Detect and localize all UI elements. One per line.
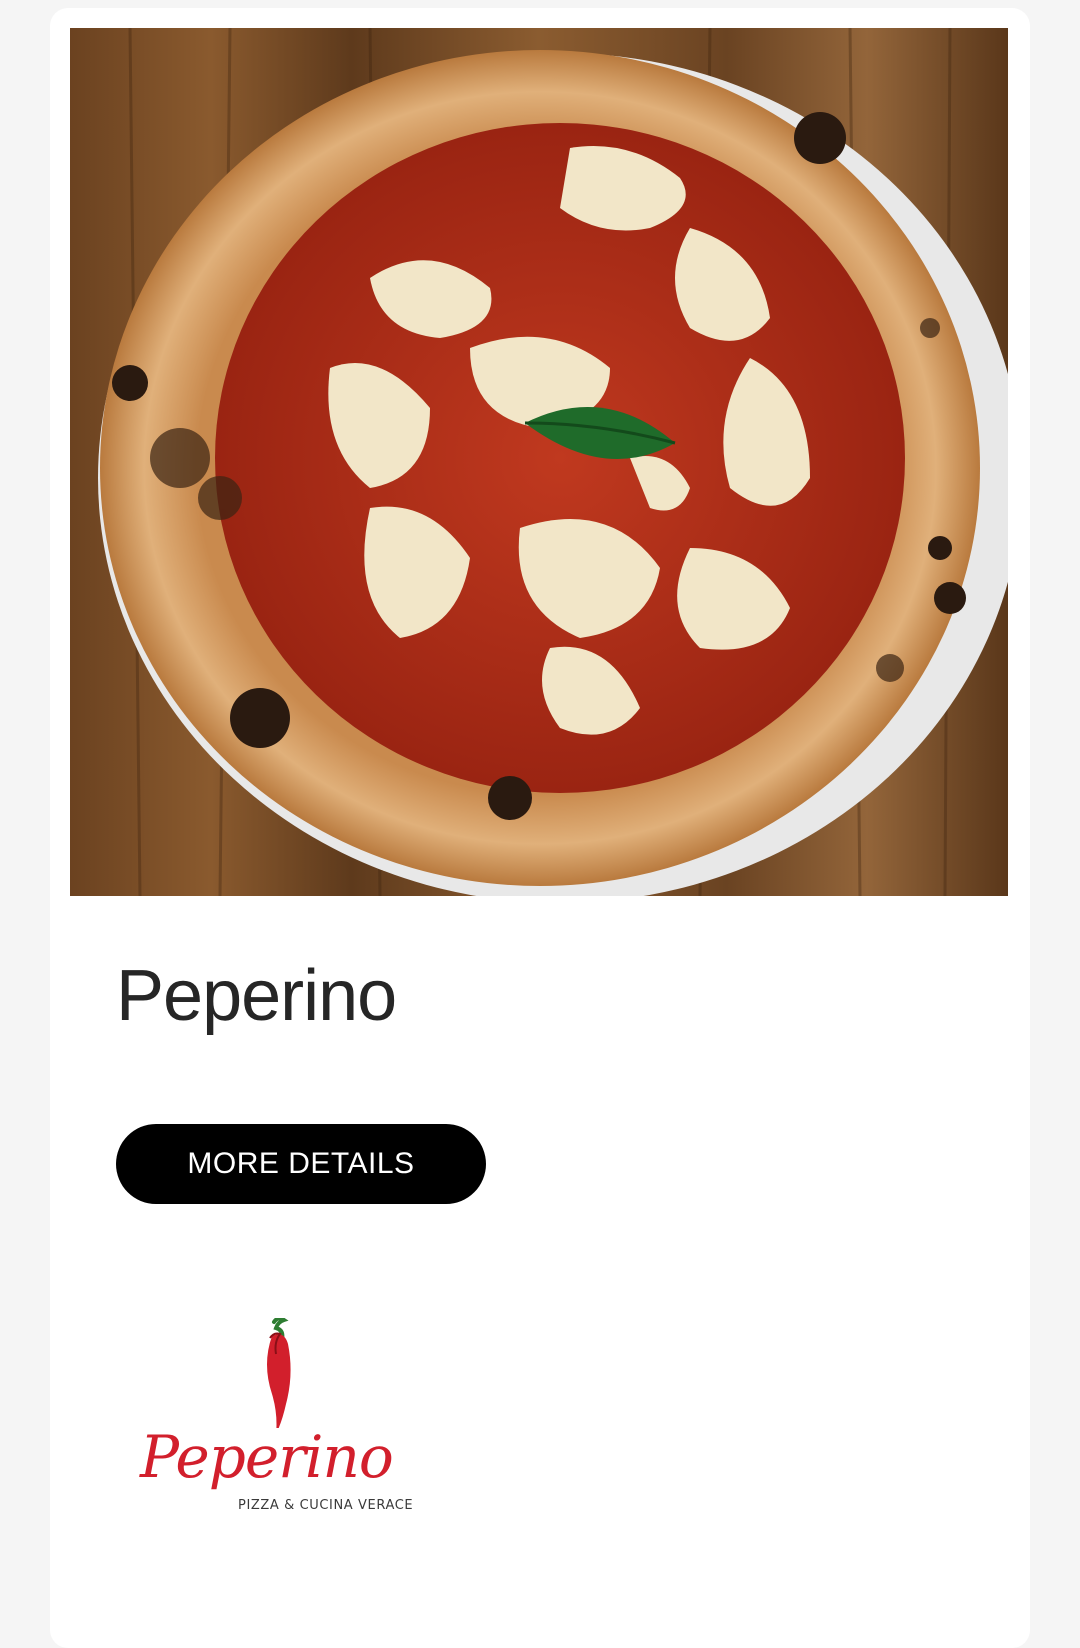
restaurant-name: Peperino [116,956,397,1036]
peperino-logo: Peperino PIZZA & CUCINA VERACE [130,1318,430,1548]
pizza-photo[interactable] [70,28,1008,896]
restaurant-card: Peperino MORE DETAILS Peperino PIZZA & C… [50,8,1030,1648]
logo-script-text: Peperino [140,1423,394,1491]
chili-pepper-icon [267,1318,291,1428]
more-details-button[interactable]: MORE DETAILS [116,1124,486,1204]
pizza-photo-image [70,28,1008,896]
logo-tagline: PIZZA & CUCINA VERACE [238,1498,414,1513]
